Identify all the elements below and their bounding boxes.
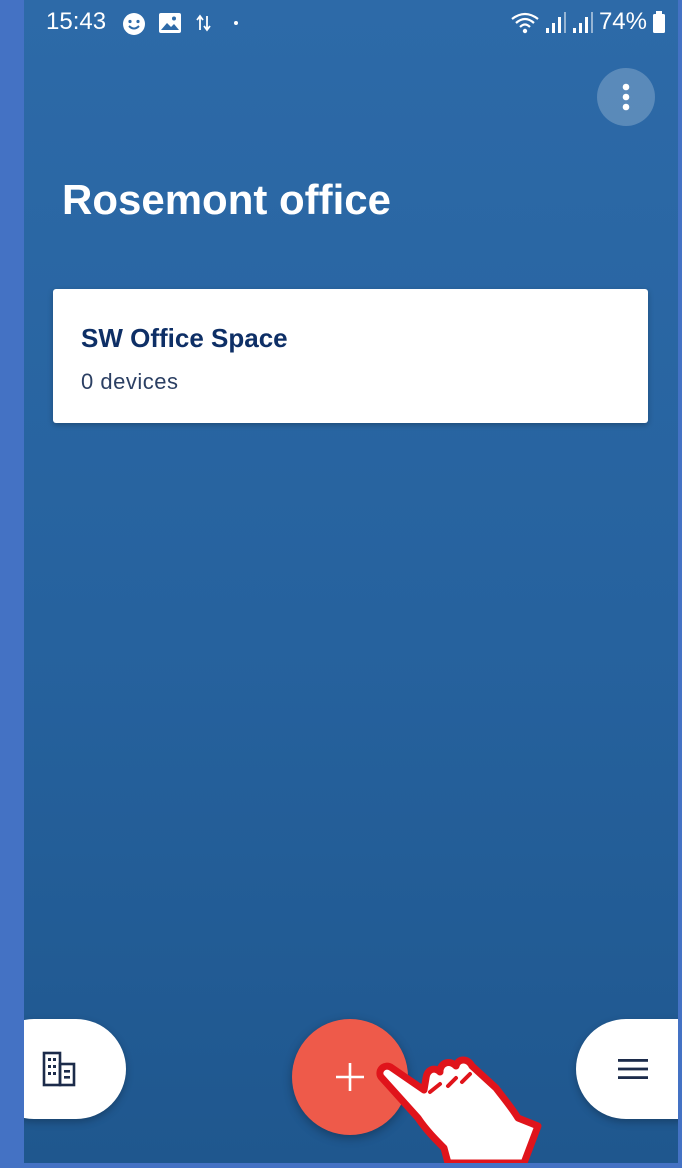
smiley-icon — [123, 13, 145, 35]
menu-icon — [618, 1059, 648, 1079]
battery-icon — [653, 11, 665, 33]
status-indicators: 74% — [510, 8, 666, 36]
battery-percentage: 74% — [598, 8, 647, 35]
pointer-hand-icon — [376, 1056, 542, 1163]
room-name: SW Office Space — [81, 323, 288, 353]
data-transfer-icon — [196, 14, 211, 32]
status-time: 15:43 — [46, 8, 107, 35]
menu-button[interactable] — [576, 1019, 678, 1119]
signal-icon — [572, 12, 593, 33]
more-options-button[interactable] — [597, 68, 655, 126]
dot-icon — [234, 21, 238, 25]
room-card[interactable]: SW Office Space 0 devices — [53, 289, 648, 423]
buildings-icon — [42, 1051, 76, 1087]
wifi-icon — [511, 12, 539, 34]
app-screen: 15:43 74% Rosemont office SW Office Spac… — [24, 0, 678, 1163]
page-title: Rosemont office — [62, 176, 392, 223]
room-device-count: 0 devices — [81, 369, 179, 394]
status-bar: 15:43 74% — [24, 0, 678, 52]
gallery-icon — [159, 13, 181, 33]
signal-icon — [545, 12, 566, 33]
more-vertical-icon — [622, 83, 630, 111]
buildings-button[interactable] — [24, 1019, 126, 1119]
plus-icon — [336, 1063, 364, 1091]
